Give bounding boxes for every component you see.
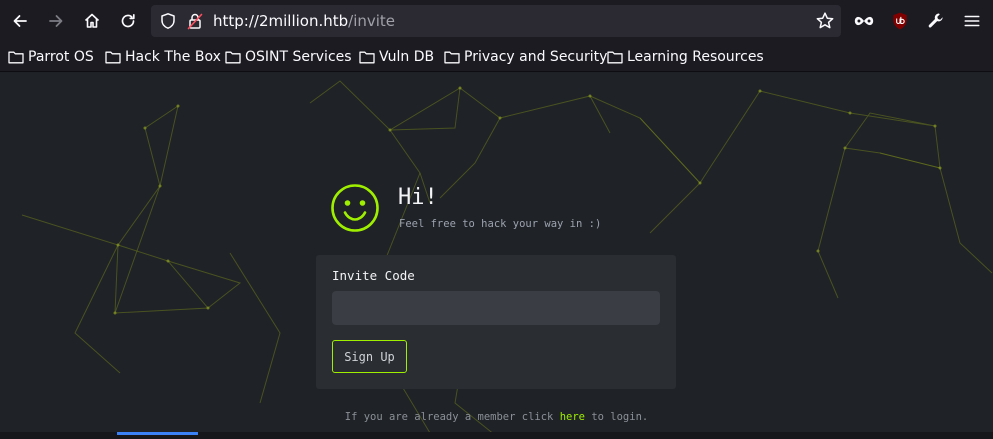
bookmark-label: Learning Resources: [627, 49, 764, 65]
lock-icon[interactable]: [186, 12, 204, 30]
extension-infinity-button[interactable]: [852, 9, 876, 33]
bookmark-learning-resources[interactable]: Learning Resources: [607, 47, 764, 67]
folder-icon: [8, 51, 24, 64]
hamburger-menu-icon: [964, 15, 980, 27]
smiley-icon: [331, 184, 379, 232]
folder-icon: [225, 51, 241, 64]
bookmark-label: Vuln DB: [379, 49, 435, 65]
bookmark-vuln-db[interactable]: Vuln DB: [359, 47, 434, 67]
page-viewport: Hi! Feel free to hack your way in :) Inv…: [0, 73, 993, 439]
extension-ublock-button[interactable]: [888, 9, 912, 33]
wrench-icon: [928, 13, 943, 28]
invite-form-card: Invite Code Sign Up: [316, 255, 676, 389]
login-hint: If you are already a member click here t…: [0, 411, 993, 423]
bookmark-hack-the-box[interactable]: Hack The Box: [105, 47, 221, 67]
bookmarks-toolbar: Parrot OS Hack The Box OSINT Services Vu…: [0, 42, 993, 72]
star-icon[interactable]: [815, 11, 835, 31]
folder-icon: [359, 51, 375, 64]
url-bar[interactable]: http://2million.htb/invite: [151, 5, 841, 37]
folder-icon: [105, 51, 121, 64]
login-link[interactable]: here: [560, 411, 585, 423]
arrow-left-icon: [13, 15, 27, 27]
bookmark-label: Privacy and Security: [464, 49, 608, 65]
sign-up-button[interactable]: Sign Up: [332, 340, 407, 373]
bookmark-label: Parrot OS: [28, 49, 94, 65]
bookmark-label: OSINT Services: [245, 49, 352, 65]
infinity-mask-icon: [854, 16, 874, 26]
invite-code-input[interactable]: [332, 291, 660, 325]
reload-icon: [121, 13, 135, 28]
forward-button[interactable]: [42, 7, 70, 35]
home-button[interactable]: [78, 7, 106, 35]
bookmark-privacy-and-security[interactable]: Privacy and Security: [444, 47, 607, 67]
menu-button[interactable]: [960, 9, 984, 33]
shield-icon[interactable]: [159, 12, 177, 30]
arrow-right-icon: [49, 15, 63, 27]
bookmark-label: Hack The Box: [125, 49, 221, 65]
ublock-origin-icon: [893, 12, 907, 30]
folder-icon: [444, 51, 460, 64]
login-hint-prefix: If you are already a member click: [344, 411, 560, 423]
bookmark-osint-services[interactable]: OSINT Services: [225, 47, 352, 67]
folder-icon: [607, 51, 623, 64]
bookmark-parrot-os[interactable]: Parrot OS: [8, 47, 94, 67]
reload-button[interactable]: [114, 7, 142, 35]
url-host: http://2million.htb: [213, 12, 349, 30]
page-title: Hi!: [398, 185, 438, 210]
url-text[interactable]: http://2million.htb/invite: [213, 11, 395, 31]
tools-button[interactable]: [924, 9, 948, 33]
back-button[interactable]: [6, 7, 34, 35]
invite-code-label: Invite Code: [332, 268, 415, 283]
home-icon: [84, 13, 100, 28]
page-subtitle: Feel free to hack your way in :): [399, 218, 602, 230]
browser-toolbar: http://2million.htb/invite: [0, 0, 993, 42]
login-hint-suffix: to login.: [585, 411, 649, 423]
bottom-active-tab-indicator[interactable]: [117, 432, 198, 435]
url-path: /invite: [348, 12, 396, 30]
